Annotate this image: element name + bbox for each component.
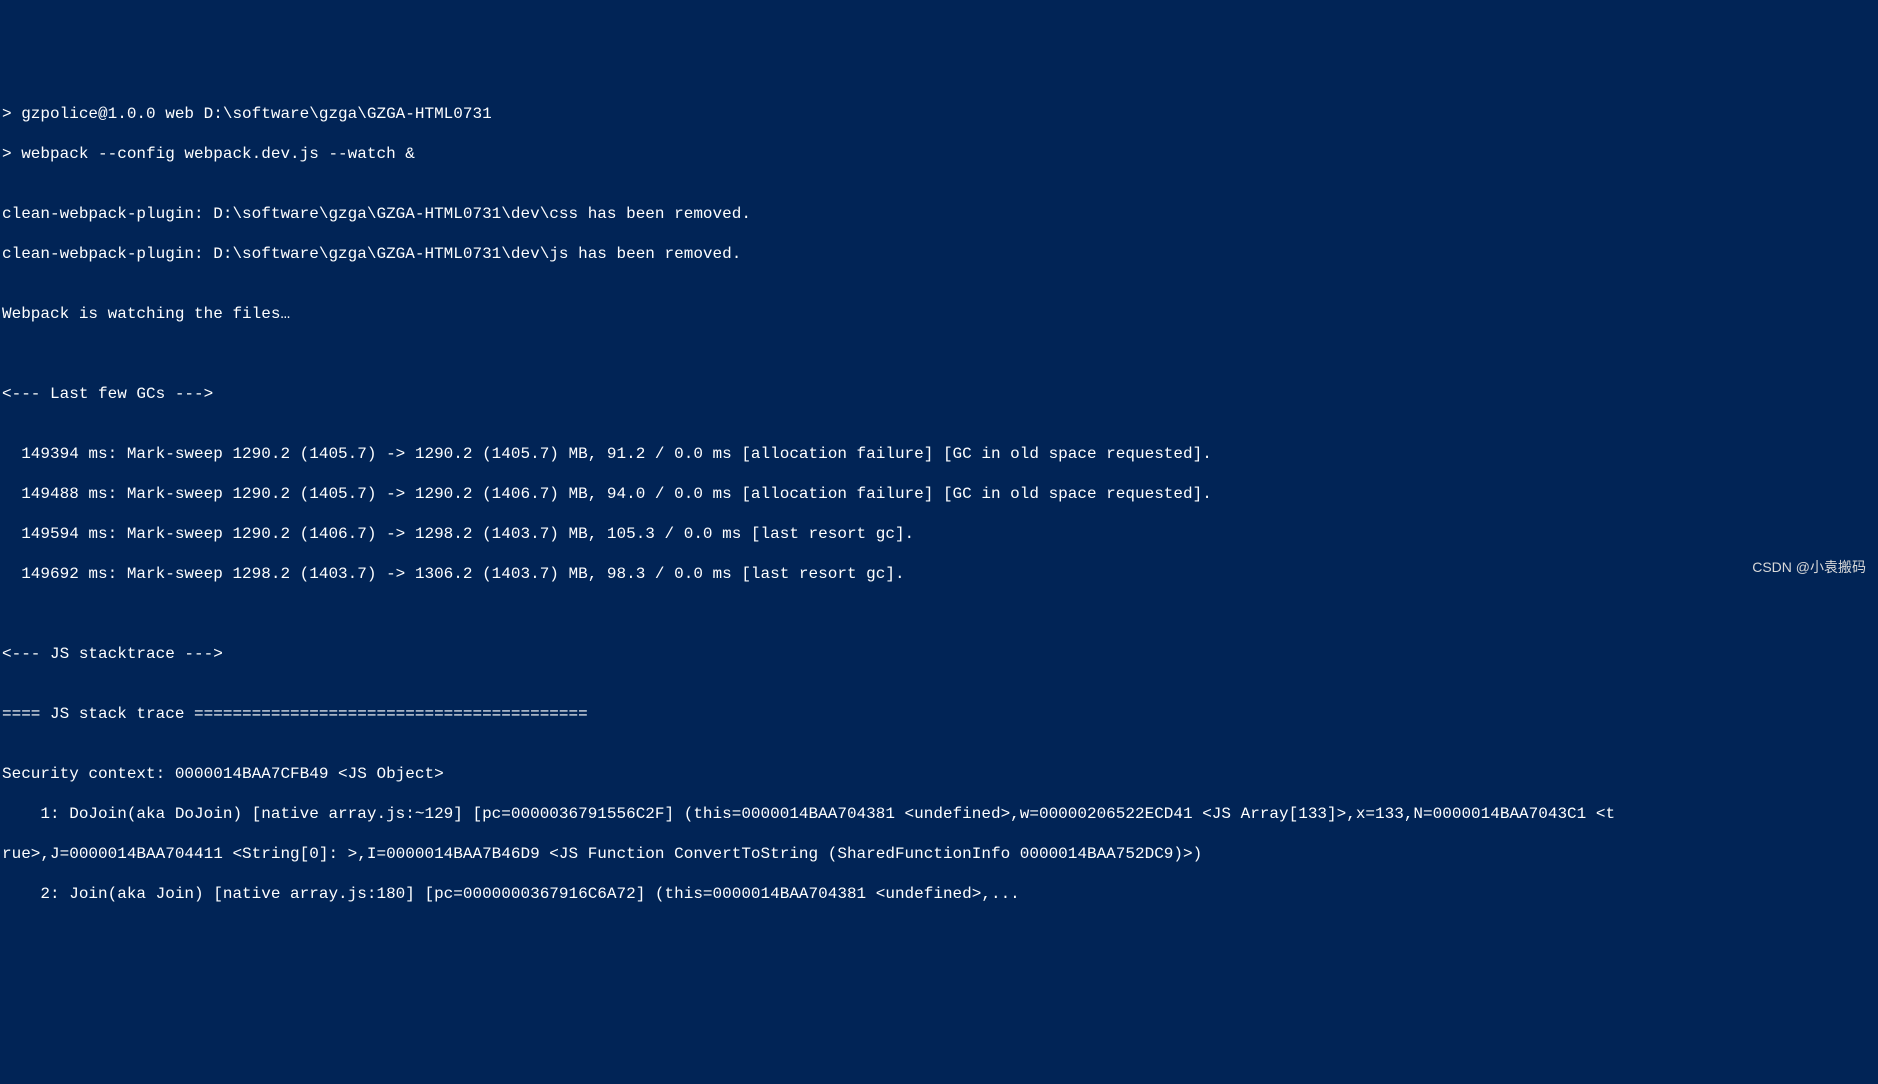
terminal-line: clean-webpack-plugin: D:\software\gzga\G… — [2, 204, 1876, 224]
terminal-line: ==== JS stack trace ====================… — [2, 704, 1876, 724]
terminal-line: Webpack is watching the files… — [2, 304, 1876, 324]
terminal-output: > gzpolice@1.0.0 web D:\software\gzga\GZ… — [2, 84, 1876, 924]
terminal-line: 2: Join(aka Join) [native array.js:180] … — [2, 884, 1876, 904]
terminal-line: > gzpolice@1.0.0 web D:\software\gzga\GZ… — [2, 104, 1876, 124]
terminal-line: 1: DoJoin(aka DoJoin) [native array.js:~… — [2, 804, 1876, 824]
terminal-line: 149394 ms: Mark-sweep 1290.2 (1405.7) ->… — [2, 444, 1876, 464]
terminal-line: <--- JS stacktrace ---> — [2, 644, 1876, 664]
attribution-watermark: CSDN @小袁搬码 — [1752, 559, 1866, 577]
terminal-line: 149488 ms: Mark-sweep 1290.2 (1405.7) ->… — [2, 484, 1876, 504]
terminal-line: Security context: 0000014BAA7CFB49 <JS O… — [2, 764, 1876, 784]
terminal-line: 149594 ms: Mark-sweep 1290.2 (1406.7) ->… — [2, 524, 1876, 544]
terminal-line: clean-webpack-plugin: D:\software\gzga\G… — [2, 244, 1876, 264]
terminal-line: 149692 ms: Mark-sweep 1298.2 (1403.7) ->… — [2, 564, 1876, 584]
terminal-line: > webpack --config webpack.dev.js --watc… — [2, 144, 1876, 164]
terminal-line: rue>,J=0000014BAA704411 <String[0]: >,I=… — [2, 844, 1876, 864]
terminal-line: <--- Last few GCs ---> — [2, 384, 1876, 404]
